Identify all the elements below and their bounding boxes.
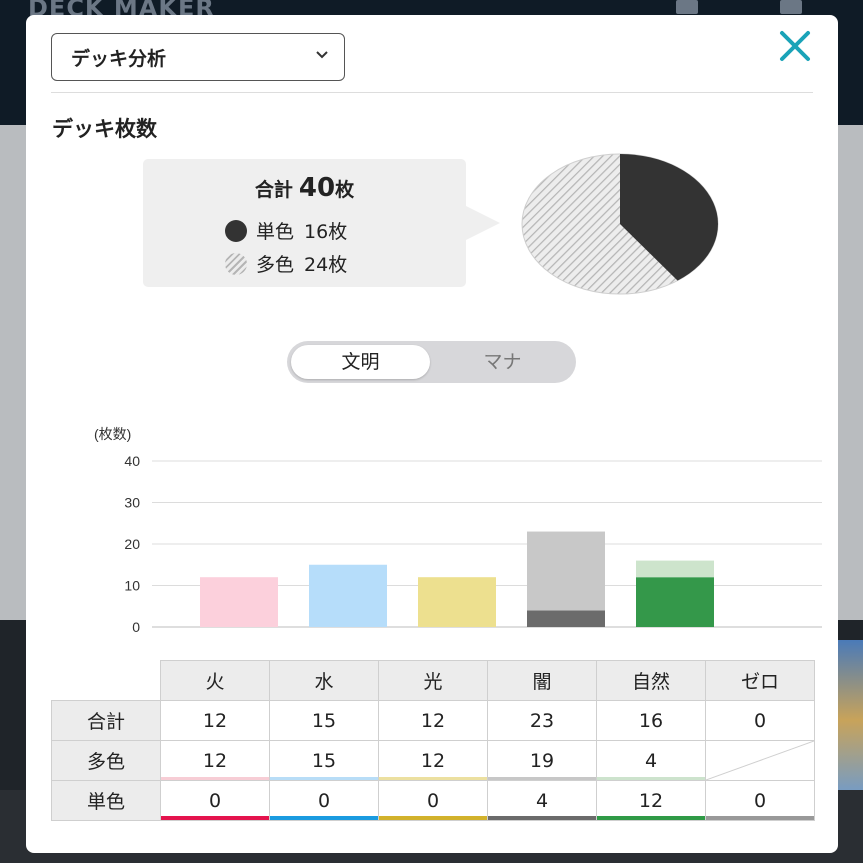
- total-unit: 枚: [335, 179, 355, 201]
- edit-icon: [780, 0, 802, 14]
- row-header: 単色: [51, 780, 161, 821]
- deck-analysis-modal: デッキ分析 デッキ枚数 合計 40枚 単色 16枚 多色 24枚 文明 マナ (…: [26, 15, 838, 853]
- y-tick-label: 40: [124, 453, 140, 469]
- civilization-count-table: 火 水 光 闇 自然 ゼロ 合計 12 15 12 23 16 0 多色 12 …: [51, 660, 815, 821]
- table-cell: 0: [160, 780, 270, 821]
- summary-pointer: [466, 206, 500, 240]
- bar-multi: [636, 560, 714, 578]
- close-icon[interactable]: [778, 29, 812, 63]
- multi-color-swatch-icon: [225, 252, 247, 275]
- row-header: 多色: [51, 740, 161, 781]
- column-header: 闇: [487, 660, 597, 701]
- toggle-option-civilization[interactable]: 文明: [291, 345, 430, 379]
- column-header: 光: [378, 660, 488, 701]
- background-panel-right: [838, 125, 863, 620]
- deck-count-summary: 合計 40枚 単色 16枚 多色 24枚: [143, 159, 466, 287]
- table-cell: 0: [705, 780, 815, 821]
- trash-icon: [676, 0, 698, 14]
- toggle-option-mana[interactable]: マナ: [433, 345, 572, 379]
- bar-multi: [309, 564, 387, 627]
- y-tick-label: 0: [132, 619, 140, 635]
- column-header: 火: [160, 660, 270, 701]
- table-row: 多色 12 15 12 19 4: [51, 740, 815, 781]
- table-header-row: 火 水 光 闇 自然 ゼロ: [51, 660, 815, 701]
- table-cell: 15: [269, 700, 379, 741]
- total-value: 40: [298, 173, 336, 203]
- background-card-thumbnail: [838, 640, 863, 800]
- mono-color-label: 単色: [256, 221, 295, 243]
- bar-multi: [200, 577, 278, 627]
- table-cell: 12: [160, 700, 270, 741]
- column-header: ゼロ: [705, 660, 815, 701]
- total-count: 合計 40枚: [143, 173, 466, 203]
- table-cell: 12: [596, 780, 706, 821]
- y-tick-label: 30: [124, 495, 140, 511]
- multi-color-label: 多色: [256, 254, 295, 276]
- analysis-type-select[interactable]: デッキ分析: [51, 33, 345, 81]
- civilization-mana-toggle[interactable]: 文明 マナ: [287, 341, 576, 383]
- table-cell: 23: [487, 700, 597, 741]
- header-divider: [51, 92, 813, 93]
- y-axis-label: (枚数): [94, 426, 131, 442]
- chevron-down-icon: [316, 51, 328, 59]
- multi-color-legend: 多色 24枚: [225, 250, 347, 277]
- table-cell: 0: [269, 780, 379, 821]
- table-row: 単色 0 0 0 4 12 0: [51, 780, 815, 821]
- table-cell: 4: [487, 780, 597, 821]
- table-cell-empty: [705, 740, 815, 781]
- bar-mono: [636, 577, 714, 627]
- table-cell: 15: [269, 740, 379, 781]
- bar-multi: [527, 531, 605, 611]
- table-cell: 12: [160, 740, 270, 781]
- y-tick-label: 10: [124, 578, 140, 594]
- background-panel-left: [0, 125, 26, 620]
- mono-color-swatch-icon: [225, 219, 247, 242]
- table-cell: 4: [596, 740, 706, 781]
- section-title: デッキ枚数: [52, 117, 157, 141]
- table-cell: 19: [487, 740, 597, 781]
- column-header: 自然: [596, 660, 706, 701]
- column-header: 水: [269, 660, 379, 701]
- table-cell: 12: [378, 740, 488, 781]
- civilization-bar-chart: (枚数) 0 10 20 30 40: [94, 426, 822, 635]
- table-corner-cell: [51, 660, 161, 701]
- table-cell: 0: [378, 780, 488, 821]
- table-cell: 16: [596, 700, 706, 741]
- analysis-type-select-value: デッキ分析: [71, 47, 167, 70]
- bar-mono: [527, 610, 605, 627]
- row-header: 合計: [51, 700, 161, 741]
- mono-color-value: 16枚: [304, 221, 348, 243]
- mono-color-legend: 単色 16枚: [225, 217, 347, 244]
- mono-multi-pie-chart: [521, 153, 719, 295]
- diagonal-slash-icon: [706, 741, 814, 780]
- table-row: 合計 12 15 12 23 16 0: [51, 700, 815, 741]
- table-cell: 0: [705, 700, 815, 741]
- y-tick-label: 20: [124, 536, 140, 552]
- total-label: 合計: [254, 179, 293, 201]
- multi-color-value: 24枚: [304, 254, 348, 276]
- bar-multi: [418, 577, 496, 627]
- table-cell: 12: [378, 700, 488, 741]
